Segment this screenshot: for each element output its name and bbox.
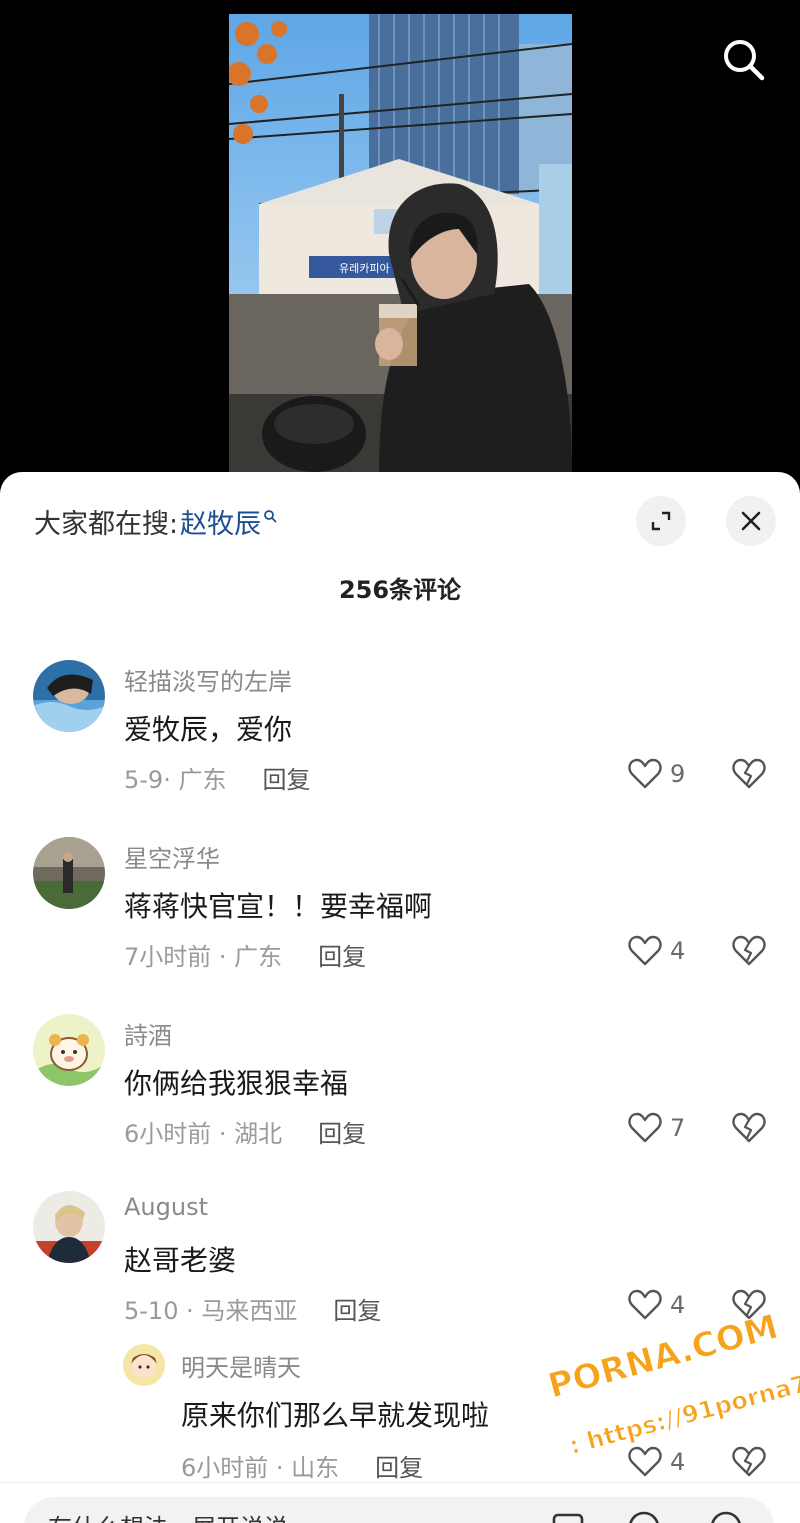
image-icon[interactable] bbox=[548, 1507, 588, 1523]
at-mention-icon[interactable] bbox=[624, 1507, 664, 1523]
expand-button[interactable] bbox=[636, 496, 686, 546]
reply-button[interactable]: 回复 bbox=[375, 1448, 423, 1483]
comment-time-location: 6小时前 · 湖北 bbox=[124, 1120, 283, 1148]
comment-count: 256条评论 bbox=[338, 576, 462, 604]
comment-time-location: 5-9· 广东 bbox=[124, 766, 227, 794]
broken-heart-icon bbox=[732, 758, 766, 789]
avatar[interactable] bbox=[33, 1191, 105, 1263]
search-icon bbox=[724, 40, 765, 81]
comment-text: 爱牧辰，爱你 bbox=[124, 713, 293, 746]
close-button[interactable] bbox=[726, 496, 776, 546]
heart-icon bbox=[628, 1289, 662, 1320]
like-count: 9 bbox=[670, 760, 686, 788]
reply-button[interactable]: 回复 bbox=[318, 937, 366, 972]
dislike-button[interactable] bbox=[732, 935, 766, 971]
comment-username[interactable]: 詩酒 bbox=[124, 1016, 172, 1051]
reply-text: 原来你们那么早就发现啦 bbox=[181, 1399, 490, 1432]
avatar[interactable] bbox=[33, 1014, 105, 1086]
comment-input-container[interactable] bbox=[24, 1497, 774, 1523]
broken-heart-icon bbox=[732, 935, 766, 966]
dislike-button[interactable] bbox=[732, 1289, 766, 1325]
search-button[interactable] bbox=[716, 32, 770, 86]
sheet-header: 大家都在搜: 赵牧辰 bbox=[0, 472, 800, 572]
reply-meta: 6小时前 · 山东 回复 bbox=[181, 1448, 423, 1483]
like-button[interactable]: 4 bbox=[628, 1289, 685, 1321]
comment-username[interactable]: August bbox=[124, 1193, 208, 1221]
trending-term-link[interactable]: 赵牧辰 bbox=[180, 502, 261, 541]
expand-icon bbox=[651, 511, 671, 531]
avatar-image bbox=[123, 1344, 165, 1386]
reply-button[interactable]: 回复 bbox=[262, 760, 310, 795]
like-button[interactable]: 4 bbox=[628, 935, 685, 967]
comment-time-location: 5-10 · 马来西亚 bbox=[124, 1297, 298, 1325]
video-frame[interactable]: 유레카피아 bbox=[229, 14, 572, 472]
trending-prefix: 大家都在搜: bbox=[34, 509, 179, 540]
like-count: 4 bbox=[670, 1448, 686, 1476]
avatar-image bbox=[33, 1014, 105, 1086]
broken-heart-icon bbox=[732, 1289, 766, 1320]
video-player[interactable]: 유레카피아 bbox=[0, 0, 800, 480]
comment-time-location: 7小时前 · 广东 bbox=[124, 943, 283, 971]
video-still: 유레카피아 bbox=[229, 14, 572, 472]
comment-input-bar bbox=[0, 1482, 800, 1523]
like-button[interactable]: 9 bbox=[628, 758, 685, 790]
comment-text: 赵哥老婆 bbox=[124, 1244, 237, 1277]
reply-button[interactable]: 回复 bbox=[318, 1114, 366, 1149]
comment-meta: 5-10 · 马来西亚 回复 bbox=[124, 1291, 381, 1326]
avatar[interactable] bbox=[33, 837, 105, 909]
emoji-icon[interactable] bbox=[706, 1507, 746, 1523]
comment-meta: 5-9· 广东 回复 bbox=[124, 760, 310, 795]
small-search-icon bbox=[264, 509, 277, 522]
broken-heart-icon bbox=[732, 1446, 766, 1477]
comment-meta: 6小时前 · 湖北 回复 bbox=[124, 1114, 366, 1149]
dislike-button[interactable] bbox=[732, 1446, 766, 1482]
like-count: 4 bbox=[670, 1291, 686, 1319]
avatar-image bbox=[33, 660, 105, 732]
avatar[interactable] bbox=[123, 1344, 165, 1386]
dislike-button[interactable] bbox=[732, 1112, 766, 1148]
broken-heart-icon bbox=[732, 1112, 766, 1143]
like-count: 7 bbox=[670, 1114, 686, 1142]
avatar-image bbox=[33, 1191, 105, 1263]
trending-search[interactable]: 大家都在搜: 赵牧辰 bbox=[34, 502, 277, 541]
like-button[interactable]: 7 bbox=[628, 1112, 685, 1144]
comment-text: 你俩给我狠狠幸福 bbox=[124, 1067, 349, 1100]
heart-icon bbox=[628, 1446, 662, 1477]
sign-text: 유레카피아 bbox=[339, 262, 390, 275]
comment-username[interactable]: 轻描淡写的左岸 bbox=[124, 662, 292, 697]
dislike-button[interactable] bbox=[732, 758, 766, 794]
heart-icon bbox=[628, 1112, 662, 1143]
reply-button[interactable]: 回复 bbox=[333, 1291, 381, 1326]
like-button[interactable]: 4 bbox=[628, 1446, 685, 1478]
comment-meta: 7小时前 · 广东 回复 bbox=[124, 937, 366, 972]
reply-time-location: 6小时前 · 山东 bbox=[181, 1454, 340, 1482]
heart-icon bbox=[628, 758, 662, 789]
comment-username[interactable]: 星空浮华 bbox=[124, 839, 220, 874]
close-icon bbox=[741, 511, 761, 531]
avatar-image bbox=[33, 837, 105, 909]
avatar[interactable] bbox=[33, 660, 105, 732]
comment-sheet: 大家都在搜: 赵牧辰 256条评论 轻描淡写的左岸 爱牧辰，爱你 5-9· 广东… bbox=[0, 472, 800, 1523]
comment-input[interactable] bbox=[48, 1505, 528, 1523]
heart-icon bbox=[628, 935, 662, 966]
like-count: 4 bbox=[670, 937, 686, 965]
comment-text: 蒋蒋快官宣！！要幸福啊 bbox=[124, 890, 433, 923]
reply-username[interactable]: 明天是晴天 bbox=[181, 1348, 301, 1383]
